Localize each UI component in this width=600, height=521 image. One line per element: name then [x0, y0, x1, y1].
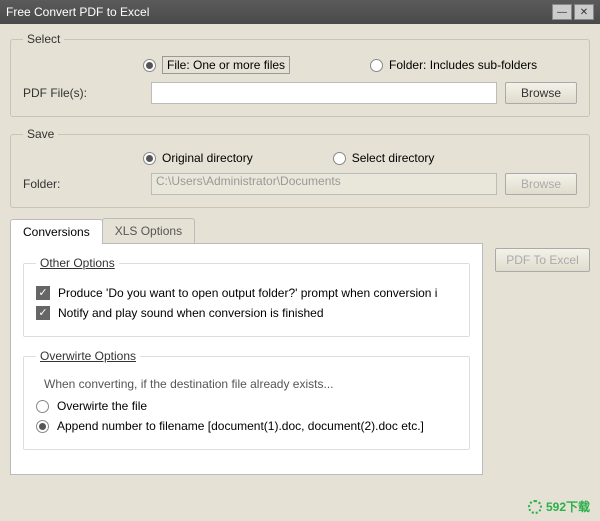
browse-pdf-button[interactable]: Browse [505, 82, 577, 104]
overwrite-note: When converting, if the destination file… [44, 377, 457, 391]
save-legend: Save [23, 127, 58, 141]
pdf-to-excel-button[interactable]: PDF To Excel [495, 248, 590, 272]
other-options-group: Other Options Produce 'Do you want to op… [23, 256, 470, 337]
prompt-checkbox-row[interactable]: Produce 'Do you want to open output fold… [36, 286, 457, 300]
radio-icon [36, 420, 49, 433]
close-button[interactable]: ✕ [574, 4, 594, 20]
window-title: Free Convert PDF to Excel [6, 5, 550, 19]
watermark-icon [528, 500, 542, 514]
overwrite-file-label: Overwirte the file [57, 399, 147, 413]
pdf-files-label: PDF File(s): [23, 86, 143, 100]
overwrite-legend: Overwirte Options [36, 349, 140, 363]
folder-radio-label: Folder: Includes sub-folders [389, 58, 537, 72]
overwrite-file-radio[interactable]: Overwirte the file [36, 399, 457, 413]
radio-icon [36, 400, 49, 413]
original-dir-radio[interactable]: Original directory [143, 151, 253, 165]
prompt-label: Produce 'Do you want to open output fold… [58, 286, 438, 300]
notify-checkbox-row[interactable]: Notify and play sound when conversion is… [36, 306, 457, 320]
tab-xls-options[interactable]: XLS Options [102, 218, 195, 243]
original-dir-label: Original directory [162, 151, 253, 165]
folder-radio-option[interactable]: Folder: Includes sub-folders [370, 58, 537, 72]
append-number-radio[interactable]: Append number to filename [document(1).d… [36, 419, 457, 433]
checkbox-icon [36, 286, 50, 300]
file-radio-option[interactable]: File: One or more files [143, 56, 290, 74]
notify-label: Notify and play sound when conversion is… [58, 306, 324, 320]
tab-strip: Conversions XLS Options [10, 218, 483, 243]
tab-conversions[interactable]: Conversions [10, 219, 103, 244]
radio-icon [143, 59, 156, 72]
select-dir-radio[interactable]: Select directory [333, 151, 435, 165]
checkbox-icon [36, 306, 50, 320]
watermark-text: 592下载 [546, 498, 590, 515]
tabs-panel: Conversions XLS Options Other Options Pr… [10, 218, 483, 475]
radio-icon [333, 152, 346, 165]
radio-icon [370, 59, 383, 72]
minimize-button[interactable]: — [552, 4, 572, 20]
overwrite-options-group: Overwirte Options When converting, if th… [23, 349, 470, 450]
browse-folder-button: Browse [505, 173, 577, 195]
radio-icon [143, 152, 156, 165]
tab-body: Other Options Produce 'Do you want to op… [10, 243, 483, 475]
select-legend: Select [23, 32, 64, 46]
file-radio-label: File: One or more files [162, 56, 290, 74]
folder-label: Folder: [23, 177, 143, 191]
append-number-label: Append number to filename [document(1).d… [57, 419, 424, 433]
select-dir-label: Select directory [352, 151, 435, 165]
folder-input: C:\Users\Administrator\Documents [151, 173, 497, 195]
other-options-legend: Other Options [36, 256, 119, 270]
pdf-files-input[interactable] [151, 82, 497, 104]
save-group: Save Original directory Select directory… [10, 127, 590, 208]
watermark: 592下载 [528, 498, 590, 515]
select-group: Select File: One or more files Folder: I… [10, 32, 590, 117]
titlebar: Free Convert PDF to Excel — ✕ [0, 0, 600, 24]
content-area: Select File: One or more files Folder: I… [0, 24, 600, 483]
